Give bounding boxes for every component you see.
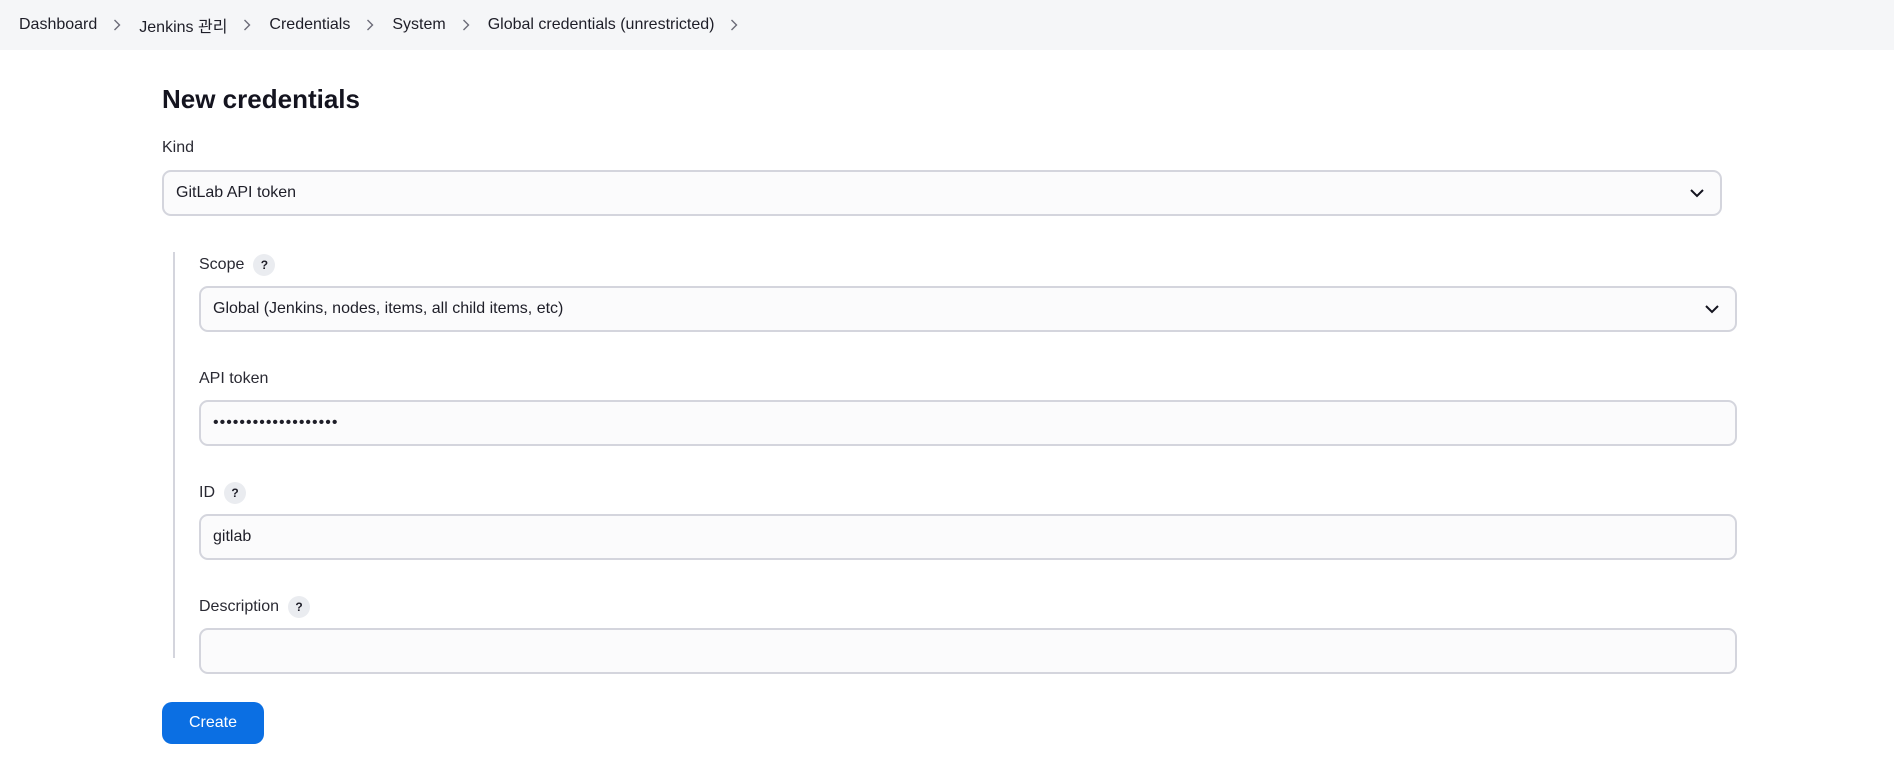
description-label: Description ?	[199, 594, 1737, 620]
breadcrumb-item-system[interactable]: System	[392, 16, 487, 34]
id-value: gitlab	[213, 528, 252, 545]
breadcrumb-link[interactable]: Dashboard	[19, 16, 97, 34]
kind-label-text: Kind	[162, 139, 195, 156]
help-icon[interactable]: ?	[253, 254, 276, 276]
breadcrumb-link[interactable]: Jenkins 관리	[139, 13, 227, 37]
breadcrumb-link[interactable]: Global credentials (unrestricted)	[488, 16, 715, 34]
chevron-right-icon[interactable]	[112, 19, 122, 31]
chevron-right-icon[interactable]	[729, 19, 739, 31]
breadcrumb-link[interactable]: Credentials	[269, 16, 350, 34]
id-label: ID ?	[199, 480, 1737, 506]
help-icon[interactable]: ?	[224, 482, 246, 504]
kind-label: Kind	[162, 138, 1894, 158]
scope-select[interactable]: Global (Jenkins, nodes, items, all child…	[199, 286, 1737, 332]
description-label-text: Description	[199, 598, 280, 615]
chevron-right-icon[interactable]	[365, 19, 375, 31]
chevron-down-icon	[1686, 182, 1708, 204]
chevron-down-icon	[1701, 298, 1723, 320]
api-token-label: API token	[199, 366, 1737, 392]
breadcrumb-item-dashboard[interactable]: Dashboard	[19, 16, 139, 34]
help-icon[interactable]: ?	[288, 596, 311, 618]
breadcrumb-item-jenkins-manage[interactable]: Jenkins 관리	[139, 13, 269, 37]
page-title: New credentials	[162, 84, 360, 114]
main-content: New credentials Kind GitLab API token	[0, 50, 1894, 216]
create-button[interactable]: Create	[162, 702, 264, 744]
id-label-text: ID	[199, 484, 215, 501]
kind-select[interactable]: GitLab API token	[162, 170, 1722, 216]
chevron-right-icon[interactable]	[461, 19, 471, 31]
breadcrumb-link[interactable]: System	[392, 16, 445, 34]
breadcrumb-item-credentials[interactable]: Credentials	[269, 16, 392, 34]
credential-details-section: Scope ? Global (Jenkins, nodes, items, a…	[173, 252, 1737, 674]
chevron-right-icon[interactable]	[242, 19, 252, 31]
api-token-input[interactable]: •••••••••••••••••••	[199, 400, 1737, 446]
scope-select-value: Global (Jenkins, nodes, items, all child…	[213, 300, 564, 317]
scope-label: Scope ?	[199, 252, 1737, 278]
id-input[interactable]: gitlab	[199, 514, 1737, 560]
breadcrumb-item-global-credentials[interactable]: Global credentials (unrestricted)	[488, 16, 757, 34]
api-token-value: •••••••••••••••••••	[213, 414, 339, 431]
scope-label-text: Scope	[199, 256, 245, 273]
api-token-label-text: API token	[199, 370, 269, 387]
breadcrumb: Dashboard Jenkins 관리 Credentials System …	[0, 0, 1894, 50]
kind-select-value: GitLab API token	[176, 184, 297, 201]
description-input[interactable]	[199, 628, 1737, 674]
